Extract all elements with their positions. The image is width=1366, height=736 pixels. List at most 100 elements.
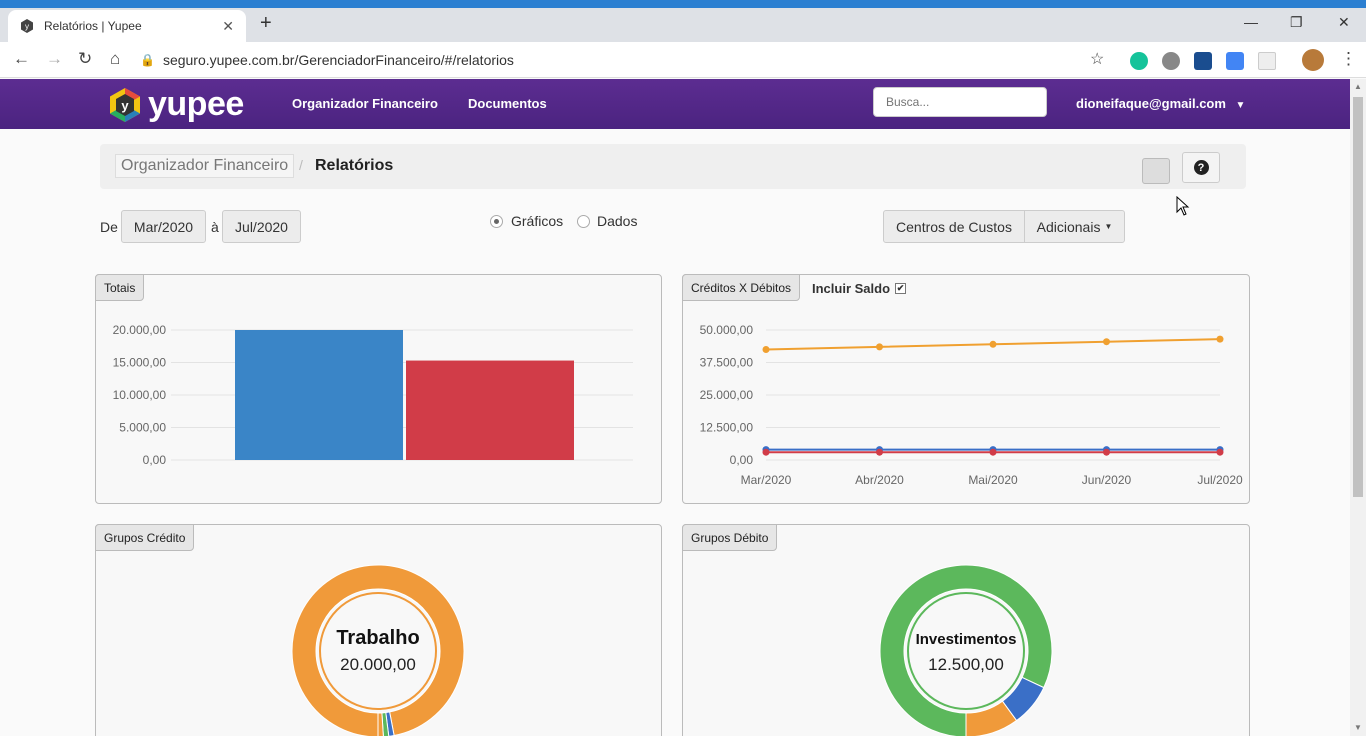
- nav-documentos[interactable]: Documentos: [468, 96, 547, 111]
- reload-icon[interactable]: ↻: [78, 49, 92, 69]
- browser-tab[interactable]: y Relatórios | Yupee ✕: [8, 10, 246, 42]
- debit-groups-panel-title: Grupos Débito: [682, 524, 778, 551]
- profile-avatar[interactable]: [1302, 49, 1324, 71]
- search-input[interactable]: [873, 87, 1047, 117]
- y-tick-label: 50.000,00: [700, 323, 754, 337]
- additional-dropdown[interactable]: Adicionais ▼: [1024, 210, 1125, 243]
- include-balance-checkbox[interactable]: ✔: [895, 283, 907, 294]
- bar-0: [235, 330, 403, 460]
- svg-text:y: y: [25, 22, 29, 31]
- cost-centers-button[interactable]: Centros de Custos: [883, 210, 1025, 243]
- yupee-hex-icon: y: [110, 87, 140, 122]
- x-tick-label: Abr/2020: [855, 473, 904, 487]
- radio-graficos[interactable]: [490, 215, 503, 228]
- to-date-button[interactable]: Jul/2020: [222, 210, 301, 243]
- y-tick-label: 0,00: [730, 453, 754, 467]
- minimize-icon[interactable]: —: [1244, 14, 1258, 30]
- scrollbar-thumb[interactable]: [1353, 97, 1363, 497]
- address-bar[interactable]: 🔒 seguro.yupee.com.br/GerenciadorFinance…: [140, 46, 1120, 74]
- brand-name: yupee: [148, 85, 244, 123]
- credit-groups-panel: Grupos Crédito Trabalho 20.000,00: [95, 524, 662, 736]
- nav-organizador-financeiro[interactable]: Organizador Financeiro: [292, 96, 438, 111]
- donut-slice-0: [291, 564, 465, 736]
- include-balance-toggle[interactable]: Incluir Saldo ✔: [812, 281, 907, 296]
- yupee-logo[interactable]: y yupee: [108, 85, 244, 124]
- page-scrollbar[interactable]: ▲ ▼: [1350, 79, 1366, 736]
- series-point-2: [1103, 448, 1110, 456]
- extension-placeholder-icon[interactable]: [1258, 52, 1276, 70]
- to-label: à: [211, 219, 219, 235]
- donut-slice-3: [377, 712, 384, 736]
- window-close-icon[interactable]: ✕: [1338, 14, 1350, 31]
- donut-center-value: 12.500,00: [928, 655, 1004, 674]
- lock-icon: 🔒: [140, 53, 155, 67]
- series-point-0: [1216, 335, 1224, 343]
- browser-toolbar: ← → ↻ ⌂ 🔒 seguro.yupee.com.br/Gerenciado…: [0, 42, 1366, 78]
- series-point-0: [989, 340, 997, 348]
- series-point-2: [1216, 448, 1224, 456]
- grammarly-extension-icon[interactable]: [1130, 52, 1148, 70]
- screen-extension-icon[interactable]: [1194, 52, 1212, 70]
- include-balance-label: Incluir Saldo: [812, 281, 891, 296]
- donut-inner-ring: [319, 592, 437, 710]
- caret-down-icon: ▼: [1104, 222, 1113, 231]
- radio-graficos-label[interactable]: Gráficos: [511, 213, 563, 229]
- blank-button[interactable]: [1142, 158, 1170, 184]
- series-point-0: [1103, 338, 1110, 346]
- back-icon[interactable]: ←: [13, 49, 30, 69]
- y-tick-label: 20.000,00: [113, 323, 167, 337]
- donut-center-label: Trabalho: [336, 627, 419, 649]
- y-tick-label: 12.500,00: [700, 421, 754, 435]
- x-tick-label: Jun/2020: [1082, 473, 1132, 487]
- svg-text:y: y: [121, 98, 129, 113]
- credits-debits-line-chart: 50.000,00 37.500,00 25.000,00 12.500,00 0,00…: [700, 323, 1243, 487]
- help-button[interactable]: ?: [1182, 152, 1220, 183]
- forward-icon[interactable]: →: [46, 49, 63, 69]
- totals-panel: Totais 20.000,00 15.000,00 10.000,00 5.000,…: [95, 274, 662, 504]
- browser-titlebar: y Relatórios | Yupee ✕ + — ❐ ✕: [0, 0, 1366, 42]
- series-point-0: [762, 346, 770, 353]
- app-navbar: y yupee Organizador Financeiro Documento…: [0, 79, 1350, 129]
- credit-groups-panel-title: Grupos Crédito: [95, 524, 195, 551]
- user-menu[interactable]: dioneifaque@gmail.com ▼: [1076, 96, 1245, 111]
- breadcrumb: Organizador Financeiro / Relatórios ?: [100, 144, 1246, 189]
- from-label: De: [100, 219, 118, 235]
- mouse-cursor-icon: [1176, 196, 1190, 216]
- bar-1: [406, 360, 574, 460]
- y-tick-label: 10.000,00: [113, 388, 167, 402]
- user-email: dioneifaque@gmail.com: [1076, 96, 1226, 111]
- y-tick-label: 25.000,00: [700, 388, 754, 402]
- totals-bar-chart: 20.000,00 15.000,00 10.000,00 5.000,00 0,00: [113, 323, 633, 467]
- y-tick-label: 37.500,00: [700, 356, 754, 370]
- x-tick-label: Jul/2020: [1197, 473, 1243, 487]
- debit-groups-donut-chart: Investimentos 12.500,00: [879, 564, 1053, 736]
- home-icon[interactable]: ⌂: [110, 49, 120, 69]
- url-text: seguro.yupee.com.br/GerenciadorFinanceir…: [162, 52, 514, 68]
- scroll-down-icon[interactable]: ▼: [1354, 723, 1362, 732]
- bookmark-star-icon[interactable]: ☆: [1090, 49, 1104, 69]
- breadcrumb-separator: /: [299, 157, 303, 173]
- x-tick-label: Mai/2020: [968, 473, 1018, 487]
- page-title: Relatórios: [315, 157, 394, 174]
- y-tick-label: 15.000,00: [113, 356, 167, 370]
- caret-down-icon: ▼: [1235, 100, 1246, 111]
- scroll-up-icon[interactable]: ▲: [1354, 82, 1362, 91]
- breadcrumb-parent[interactable]: Organizador Financeiro: [115, 154, 295, 178]
- yupee-favicon-icon: y: [21, 19, 33, 33]
- drive-extension-icon[interactable]: [1162, 52, 1180, 70]
- donut-center-value: 20.000,00: [340, 655, 416, 674]
- tab-close-icon[interactable]: ✕: [222, 18, 234, 35]
- y-tick-label: 0,00: [143, 453, 167, 467]
- donut-inner-ring: [907, 592, 1025, 710]
- question-circle-icon: ?: [1193, 160, 1209, 175]
- menu-dots-icon[interactable]: ⋮: [1340, 49, 1357, 69]
- credits-debits-panel: Créditos X Débitos Incluir Saldo ✔ 50.00…: [682, 274, 1250, 504]
- translate-extension-icon[interactable]: [1226, 52, 1244, 70]
- from-date-button[interactable]: Mar/2020: [121, 210, 206, 243]
- series-point-0: [876, 343, 883, 351]
- new-tab-icon[interactable]: +: [260, 12, 272, 35]
- restore-icon[interactable]: ❐: [1290, 14, 1303, 31]
- radio-dados-label[interactable]: Dados: [597, 213, 637, 229]
- donut-center-label: Investimentos: [916, 631, 1017, 648]
- radio-dados[interactable]: [577, 215, 590, 228]
